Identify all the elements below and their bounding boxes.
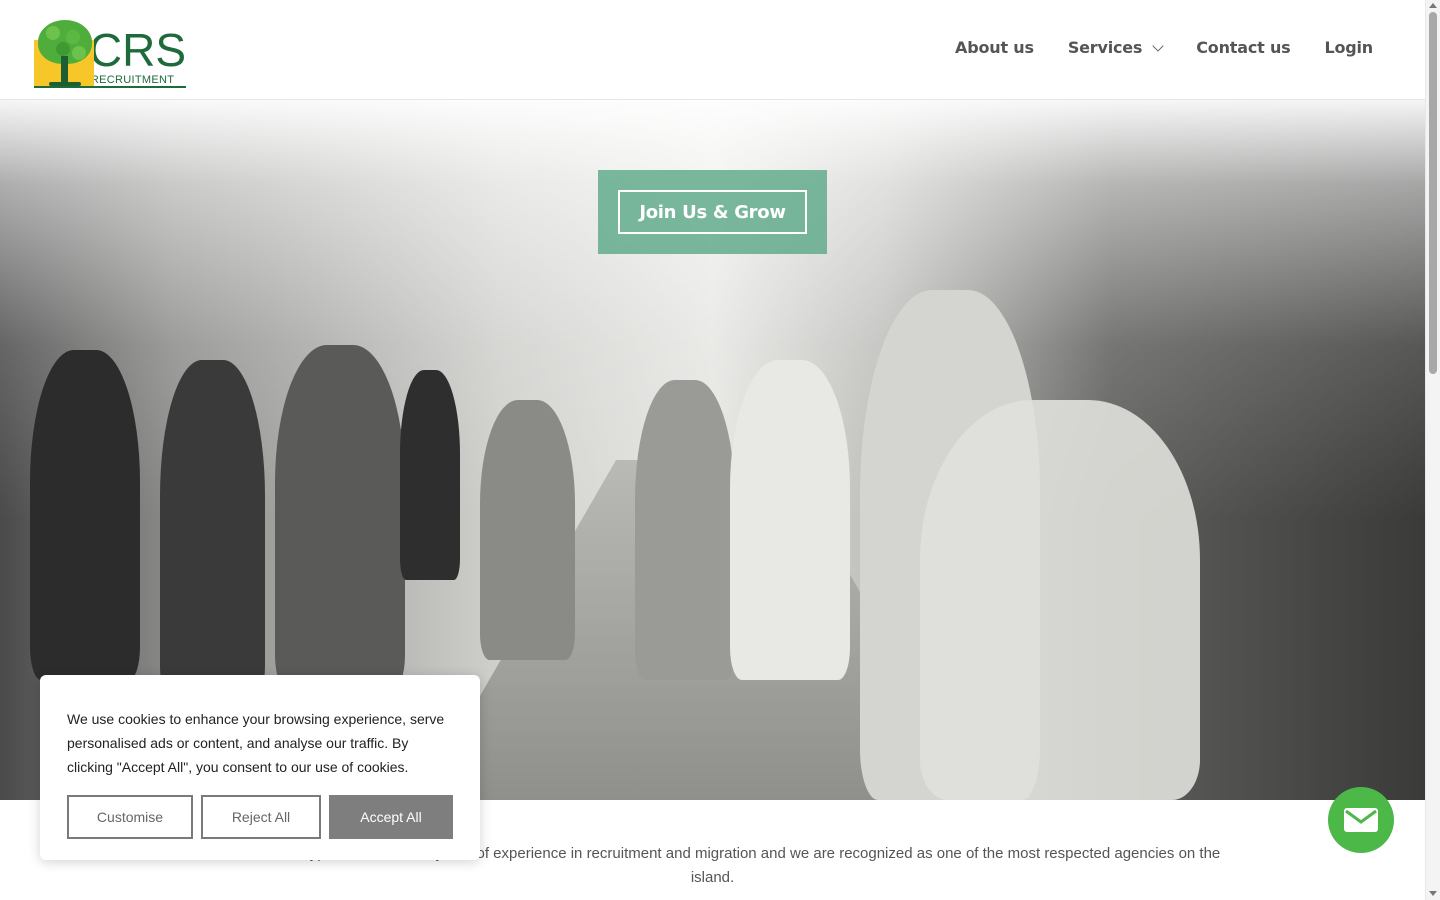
logo-tagline: RECRUITMENT [90, 74, 175, 86]
join-us-button[interactable]: Join Us & Grow [618, 190, 807, 234]
nav-login[interactable]: Login [1324, 38, 1373, 57]
hero-photo-figure [920, 400, 1200, 800]
hero-photo-figure [160, 360, 265, 700]
nav-services[interactable]: Services [1067, 38, 1164, 57]
envelope-icon [1344, 808, 1378, 832]
hero-photo-figure [635, 380, 735, 680]
nav-contact-us[interactable]: Contact us [1196, 38, 1290, 57]
scroll-down-arrow-icon[interactable] [1429, 891, 1437, 896]
contact-mail-button[interactable] [1328, 787, 1394, 853]
hero-photo-figure [275, 345, 405, 690]
tree-logo-icon [34, 20, 94, 86]
cookie-reject-button[interactable]: Reject All [201, 795, 321, 839]
hero-photo-figure [480, 400, 575, 660]
hero-cta-panel: Join Us & Grow [598, 170, 827, 254]
main-nav: About us Services Contact us Login [955, 38, 1373, 57]
nav-about-us[interactable]: About us [955, 38, 1034, 57]
logo-name: CRS [88, 24, 186, 76]
cookie-actions: Customise Reject All Accept All [67, 795, 453, 839]
chevron-down-icon [1152, 39, 1164, 52]
page-scrollbar[interactable] [1425, 0, 1440, 900]
hero-photo-figure [30, 350, 140, 680]
scroll-up-arrow-icon[interactable] [1429, 3, 1437, 8]
cookie-customise-button[interactable]: Customise [67, 795, 193, 839]
nav-services-label: Services [1067, 38, 1143, 57]
nav-contact-us-label: Contact us [1196, 38, 1291, 57]
scrollbar-thumb[interactable] [1429, 12, 1437, 374]
nav-login-label: Login [1324, 38, 1373, 57]
hero-photo-figure [730, 360, 850, 680]
cookie-message: We use cookies to enhance your browsing … [67, 711, 445, 775]
logo-wordmark: CRS RECRUITMENT [88, 24, 186, 86]
site-header: CRS RECRUITMENT About us Services Contac… [0, 0, 1425, 100]
nav-about-us-label: About us [955, 38, 1034, 57]
hero-photo-figure [400, 370, 460, 580]
cookie-consent-banner: We use cookies to enhance your browsing … [40, 675, 480, 860]
crs-logo[interactable]: CRS RECRUITMENT [34, 14, 186, 88]
cookie-accept-button[interactable]: Accept All [329, 795, 453, 839]
